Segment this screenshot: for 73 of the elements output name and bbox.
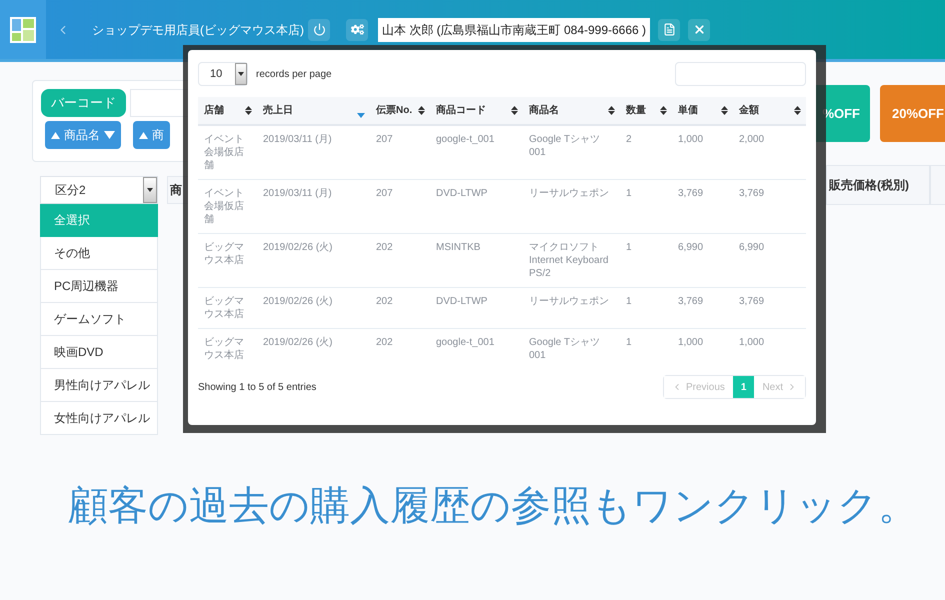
customer-field[interactable]: 山本 次郎 (広島県福山市南蔵王町 084-999-6666 ) <box>378 18 650 42</box>
settings-button[interactable] <box>346 18 368 40</box>
table-cell-text: 2 <box>625 133 633 147</box>
table-cell-text: 202 <box>375 295 394 309</box>
column-header[interactable]: 商品名 <box>523 97 620 124</box>
table-cell-text: Google Tシャツ001 <box>528 336 601 363</box>
column-header[interactable]: 伝票No. <box>370 97 430 124</box>
table-cell-text: 1,000 <box>738 336 766 350</box>
table-cell-text: google-t_001 <box>435 336 496 350</box>
table-cell-text: マイクロソフト Internet Keyboard PS/2 <box>528 241 610 281</box>
table-cell-text: MSINTKB <box>435 241 482 255</box>
page-size-select[interactable]: 10 <box>198 62 248 86</box>
search-field[interactable] <box>675 62 806 86</box>
table-cell-text: リーサルウェポン <box>528 187 610 201</box>
close-icon <box>692 23 706 36</box>
category-item[interactable]: その他 <box>40 237 158 270</box>
table-cell-text: DVD-LTWP <box>435 187 488 201</box>
category-item[interactable]: PC周辺機器 <box>40 270 158 303</box>
table-cell-text: ビッグマウス本店 <box>203 295 245 322</box>
page-size-label: records per page <box>256 68 332 82</box>
category-item[interactable]: 映画DVD <box>40 336 158 369</box>
table-cell-text: DVD-LTWP <box>435 295 488 309</box>
table-cell-text: 202 <box>375 241 394 255</box>
table-cell-text: 202 <box>375 336 394 350</box>
settings-icon <box>350 23 364 36</box>
logo-icon <box>10 16 36 42</box>
table-cell-text: 2019/02/26 (火) <box>262 294 334 309</box>
table-cell-text: 6,990 <box>677 241 704 255</box>
table-cell-text: 1 <box>625 187 633 201</box>
table-cell-text: 3,769 <box>738 187 766 201</box>
table-cell-text: 2019/02/26 (火) <box>262 240 334 255</box>
table-cell-text: Google Tシャツ001 <box>528 133 601 160</box>
table-cell-text: 6,990 <box>738 241 766 255</box>
triangle-down-icon <box>104 131 115 139</box>
table-cell-text: 1 <box>625 336 633 350</box>
column-header[interactable]: 数量 <box>620 97 672 124</box>
column-header[interactable]: 売上日 <box>257 97 370 124</box>
table-cell-text: 3,769 <box>677 295 704 309</box>
table-cell-text: 2019/02/26 (火) <box>262 336 334 350</box>
category-item[interactable]: 女性向けアパレル <box>40 402 158 435</box>
table-cell-text: 1 <box>625 241 633 255</box>
document-button[interactable] <box>658 18 680 40</box>
table-cell-text: 1 <box>625 295 633 309</box>
table-cell-text: 3,769 <box>738 295 766 309</box>
caption: 顧客の過去の購入履歴の参照もワンクリック。 <box>68 483 918 530</box>
category-item[interactable]: 男性向けアパレル <box>40 369 158 402</box>
column-header[interactable]: 単価 <box>672 97 733 124</box>
table-cell-text: ビッグマウス本店 <box>203 336 245 363</box>
power-icon <box>312 23 326 36</box>
table-cell-text: 1,000 <box>677 133 704 147</box>
table-cell-text: google-t_001 <box>435 133 496 147</box>
triangle-up-icon <box>139 132 148 138</box>
document-icon <box>662 23 676 36</box>
category-item[interactable]: ゲームソフト <box>40 303 158 336</box>
column-header[interactable]: 店舗 <box>198 97 257 124</box>
table-cell-text: 2,000 <box>738 133 766 147</box>
table-cell-text: 207 <box>375 187 394 201</box>
close-button[interactable] <box>688 18 710 40</box>
category-select[interactable]: 区分2 <box>40 176 158 204</box>
table-cell-text: 2019/03/11 (月) <box>262 133 333 147</box>
table-cell-text: 1,000 <box>677 336 704 350</box>
table-header-cell: 販売価格(税別) <box>826 165 930 205</box>
table-cell-text: 207 <box>375 133 394 147</box>
entries-info: Showing 1 to 5 of 5 entries <box>198 380 316 394</box>
column-header[interactable]: 商品コード <box>430 97 523 124</box>
table-cell-text: 3,769 <box>677 187 704 201</box>
logout-button[interactable] <box>308 18 330 40</box>
user-name: ショップデモ用店員(ビッグマウス本店) <box>92 22 304 38</box>
table-cell-text: イベント会場仮店舗 <box>203 133 245 173</box>
table-cell-text: 2019/03/11 (月) <box>262 187 333 201</box>
table-cell-text: リーサルウェポン <box>528 295 610 309</box>
triangle-up-icon <box>51 132 60 138</box>
table-cell-text: ビッグマウス本店 <box>203 241 245 268</box>
